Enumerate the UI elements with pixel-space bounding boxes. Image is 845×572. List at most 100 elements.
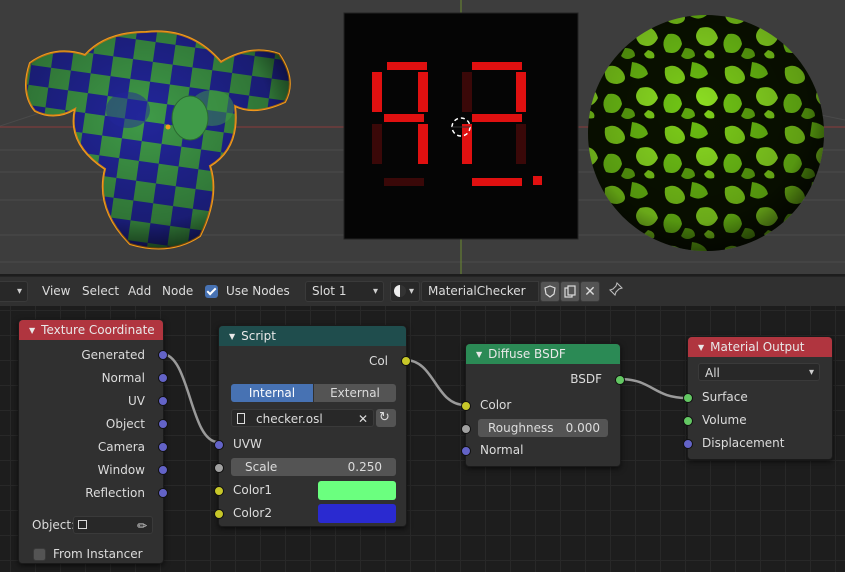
monkey-object <box>25 30 291 250</box>
use-nodes-label[interactable]: Use Nodes <box>226 282 290 301</box>
socket-color-in[interactable] <box>461 401 471 411</box>
editor-type-dropdown[interactable]: ▾ <box>0 281 28 302</box>
slot-value: Slot 1 <box>312 284 347 298</box>
color-label: Color <box>480 398 512 412</box>
socket-displacement-in[interactable] <box>683 439 693 449</box>
chevron-down-icon: ▾ <box>408 286 414 297</box>
noise-sphere <box>588 15 824 251</box>
viewport-scene <box>0 0 845 274</box>
color2-label: Color2 <box>233 506 272 520</box>
copy-icon <box>564 285 576 298</box>
socket-color2-in[interactable] <box>214 509 224 519</box>
socket-reflection[interactable] <box>158 488 168 498</box>
3d-viewport[interactable] <box>0 0 845 274</box>
socket-normal-in[interactable] <box>461 446 471 456</box>
chevron-down-icon: ▾ <box>372 286 378 297</box>
material-name-field[interactable]: MaterialChecker <box>421 281 539 302</box>
chevron-down-icon: ▾ <box>16 286 22 297</box>
reload-script-button[interactable]: ↻ <box>376 409 396 427</box>
socket-generated[interactable] <box>158 350 168 360</box>
socket-object[interactable] <box>158 419 168 429</box>
node-title[interactable]: ▼ Diffuse BSDF <box>466 344 620 364</box>
pin-button[interactable] <box>607 281 625 301</box>
color1-label: Color1 <box>233 483 272 497</box>
target-dropdown[interactable]: All ▾ <box>698 363 820 381</box>
use-nodes-checkbox[interactable] <box>205 285 218 298</box>
menu-node[interactable]: Node <box>162 282 193 301</box>
node-title-text: Script <box>241 329 276 343</box>
eyedropper-icon[interactable]: ✏ <box>137 517 147 535</box>
collapse-triangle-icon[interactable]: ▼ <box>698 338 704 358</box>
socket-col-out[interactable] <box>401 356 411 366</box>
material-sphere-icon <box>394 285 406 297</box>
socket-normal[interactable] <box>158 373 168 383</box>
node-title-text: Texture Coordinate <box>41 323 155 337</box>
socket-volume-in[interactable] <box>683 416 693 426</box>
node-editor-canvas[interactable]: ▼ Texture Coordinate Generated Normal UV … <box>0 306 845 572</box>
unlink-material-button[interactable]: ✕ <box>580 281 600 302</box>
node-diffuse-bsdf[interactable]: ▼ Diffuse BSDF BSDF Color Roughness 0.000… <box>461 343 625 467</box>
collapse-triangle-icon[interactable]: ▼ <box>29 321 35 341</box>
node-script[interactable]: ▼ Script Col Internal External checker.os… <box>214 325 411 527</box>
menu-add[interactable]: Add <box>128 282 151 301</box>
chevron-down-icon: ▾ <box>808 367 814 378</box>
menu-view[interactable]: View <box>42 282 70 301</box>
close-icon: ✕ <box>584 283 596 300</box>
node-title-text: Material Output <box>710 340 805 354</box>
slot-dropdown[interactable]: Slot 1 ▾ <box>305 281 384 302</box>
socket-window[interactable] <box>158 465 168 475</box>
output-object: Object <box>105 417 145 431</box>
socket-uv[interactable] <box>158 396 168 406</box>
node-editor-header: ▾ View Select Add Node Use Nodes Slot 1 … <box>0 276 845 306</box>
mode-external-button[interactable]: External <box>314 384 396 402</box>
node-title[interactable]: ▼ Script <box>219 326 406 346</box>
normal-label: Normal <box>480 443 524 457</box>
object-field[interactable]: ✏ <box>73 516 153 534</box>
output-generated: Generated <box>81 348 145 362</box>
node-title-text: Diffuse BSDF <box>488 347 566 361</box>
close-icon[interactable]: ✕ <box>358 410 368 428</box>
display-plane <box>343 12 579 240</box>
input-uvw-label: UVW <box>233 437 262 451</box>
output-normal: Normal <box>101 371 145 385</box>
from-instancer-checkbox[interactable] <box>33 548 46 561</box>
link-col-color <box>404 358 466 407</box>
color2-swatch[interactable] <box>318 504 396 523</box>
node-texture-coordinate[interactable]: ▼ Texture Coordinate Generated Normal UV … <box>18 319 168 564</box>
node-title[interactable]: ▼ Material Output <box>688 337 832 357</box>
target-value: All <box>705 366 720 380</box>
node-title[interactable]: ▼ Texture Coordinate <box>19 320 163 340</box>
color1-swatch[interactable] <box>318 481 396 500</box>
roughness-field[interactable]: Roughness 0.000 <box>478 419 608 437</box>
socket-color1-in[interactable] <box>214 486 224 496</box>
volume-label: Volume <box>702 413 747 427</box>
socket-uvw-in[interactable] <box>214 440 224 450</box>
socket-roughness-in[interactable] <box>461 424 471 434</box>
link-bsdf-surface <box>618 377 688 400</box>
socket-camera[interactable] <box>158 442 168 452</box>
collapse-triangle-icon[interactable]: ▼ <box>476 345 482 365</box>
socket-scale-in[interactable] <box>214 463 224 473</box>
socket-surface-in[interactable] <box>683 393 693 403</box>
duplicate-material-button[interactable] <box>560 281 580 302</box>
menu-select[interactable]: Select <box>82 282 119 301</box>
displacement-label: Displacement <box>702 436 785 450</box>
surface-label: Surface <box>702 390 748 404</box>
output-window: Window <box>97 463 145 477</box>
object-label: Object: <box>32 518 76 532</box>
material-name-text: MaterialChecker <box>428 284 526 298</box>
pin-icon <box>608 281 624 297</box>
from-instancer-label[interactable]: From Instancer <box>53 545 143 563</box>
fake-user-button[interactable] <box>540 281 560 302</box>
script-file-name: checker.osl <box>256 412 323 426</box>
output-col: Col <box>368 354 388 368</box>
object-icon <box>78 520 87 529</box>
script-file-field[interactable]: checker.osl ✕ <box>231 409 374 427</box>
collapse-triangle-icon[interactable]: ▼ <box>229 327 235 347</box>
socket-bsdf-out[interactable] <box>615 375 625 385</box>
node-material-output[interactable]: ▼ Material Output All ▾ Surface Volume Di… <box>683 336 833 460</box>
material-browse-button[interactable]: ▾ <box>390 281 420 302</box>
output-camera: Camera <box>97 440 145 454</box>
mode-internal-button[interactable]: Internal <box>231 384 313 402</box>
scale-field[interactable]: Scale 0.250 <box>231 458 396 476</box>
